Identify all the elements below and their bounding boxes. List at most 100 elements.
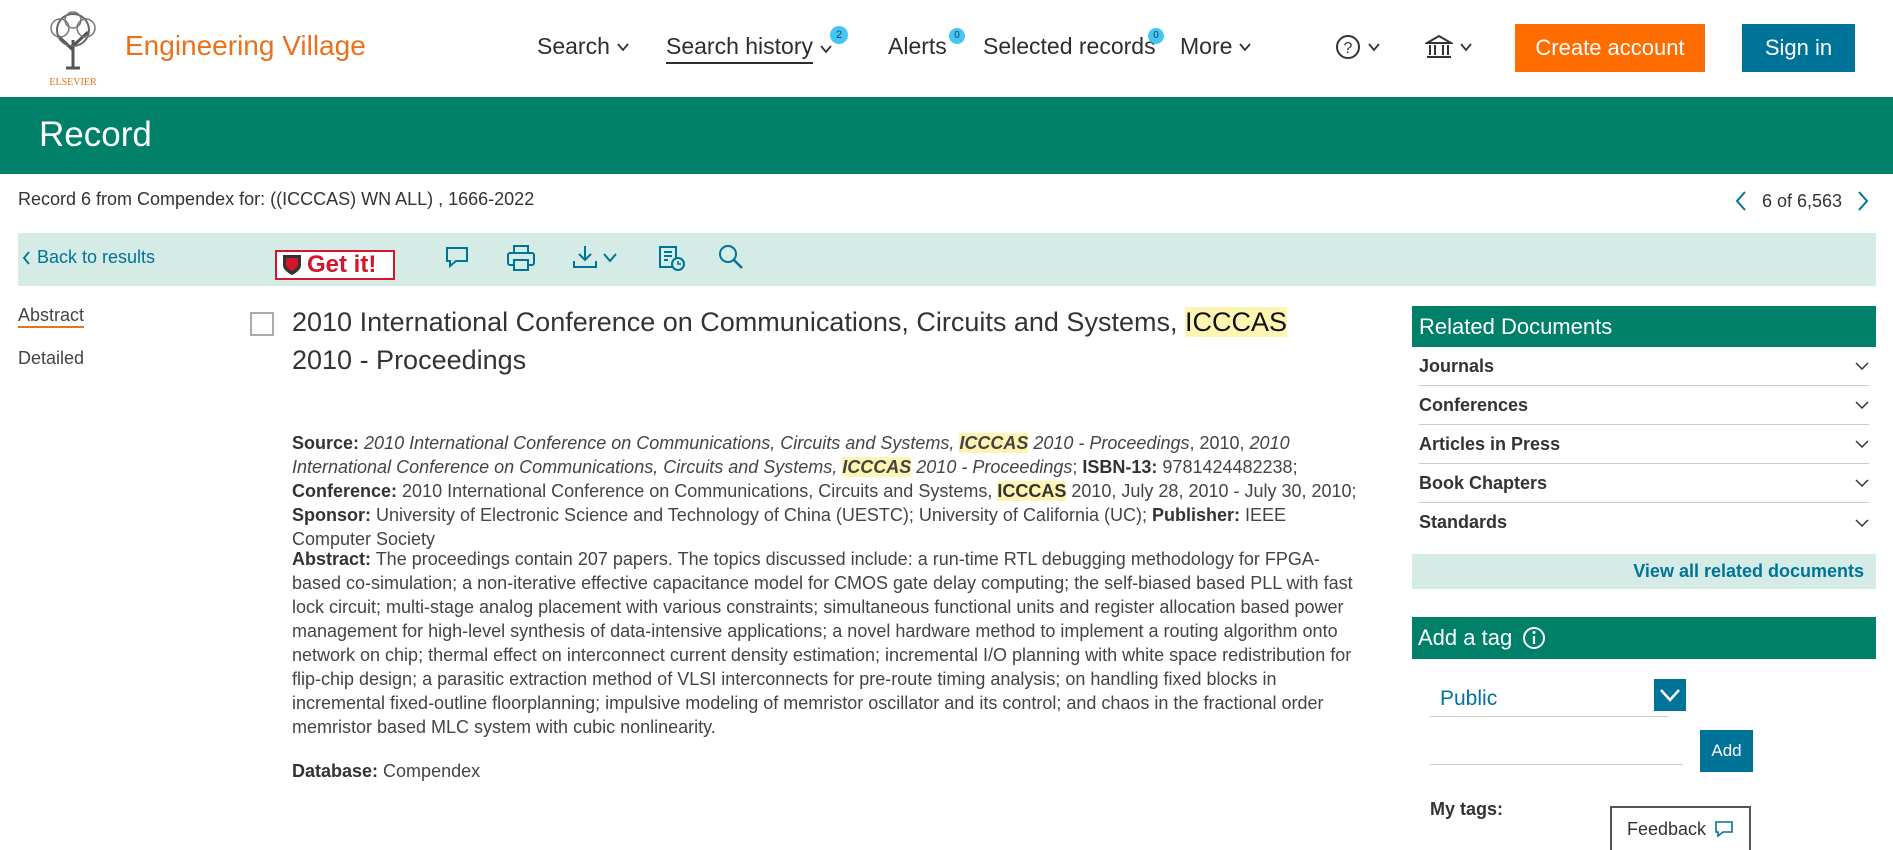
brand-name[interactable]: Engineering Village — [125, 30, 366, 62]
previous-record-icon[interactable] — [1734, 190, 1748, 212]
chevron-down-icon[interactable] — [1654, 679, 1686, 711]
chevron-left-icon — [22, 250, 30, 265]
download-icon[interactable] — [571, 244, 599, 270]
source-highlight: ICCCAS — [842, 457, 912, 477]
conference-text: 2010 International Conference on Communi… — [397, 481, 998, 501]
print-icon[interactable] — [506, 244, 536, 272]
title-text: 2010 International Conference on Communi… — [292, 307, 1185, 337]
nav-search-label: Search — [537, 33, 610, 59]
record-database: Database: Compendex — [292, 759, 1362, 783]
conference-dates: 2010, July 28, 2010 - July 30, 2010; — [1066, 481, 1357, 501]
sponsor-value: University of Electronic Science and Tec… — [371, 505, 1152, 525]
tab-detailed[interactable]: Detailed — [18, 348, 84, 369]
nav-more[interactable]: More — [1180, 33, 1252, 60]
institution-menu[interactable] — [1425, 34, 1473, 60]
isbn-label: ISBN-13: — [1082, 457, 1158, 477]
save-to-folder-icon[interactable] — [658, 244, 686, 272]
sign-in-button[interactable]: Sign in — [1742, 24, 1855, 72]
title-highlight: ICCCAS — [1184, 307, 1287, 337]
chevron-down-icon — [1855, 518, 1869, 527]
record-query-line: Record 6 from Compendex for: ((ICCCAS) W… — [18, 189, 535, 209]
selected-count-badge: 0 — [1148, 28, 1164, 44]
create-account-button[interactable]: Create account — [1515, 24, 1705, 72]
nav-search[interactable]: Search — [537, 33, 630, 60]
nav-selected-records[interactable]: Selected records — [983, 33, 1156, 60]
nav-history-label: Search history — [666, 33, 814, 64]
add-tag-button[interactable]: Add — [1700, 730, 1753, 772]
search-icon[interactable] — [718, 244, 744, 270]
tab-abstract[interactable]: Abstract — [18, 305, 85, 328]
view-all-related-link[interactable]: View all related documents — [1412, 554, 1876, 589]
related-documents-panel: Related Documents Journals Conferences A… — [1412, 306, 1876, 589]
source-text: 2010 - Proceedings — [911, 457, 1073, 477]
get-it-label: Get it! — [307, 251, 377, 278]
record-position: 6 of 6,563 — [1762, 190, 1843, 211]
record-pager: 6 of 6,563 — [1734, 190, 1870, 212]
related-item-journals[interactable]: Journals — [1419, 347, 1869, 386]
chevron-down-icon — [1239, 42, 1252, 51]
isbn-value: 9781424482238; — [1157, 457, 1298, 477]
nav-alerts-label: Alerts — [888, 33, 947, 59]
related-item-conferences[interactable]: Conferences — [1419, 386, 1869, 425]
related-item-label: Conferences — [1419, 394, 1529, 415]
help-menu[interactable]: ? — [1335, 34, 1381, 60]
elsevier-logo[interactable]: ELSEVIER — [36, 10, 110, 88]
page-title: Record — [39, 115, 152, 154]
source-text: 2010 International Conference on Communi… — [364, 433, 960, 453]
nav-more-label: More — [1180, 33, 1233, 59]
record-toolbar: Back to results Get it! — [18, 233, 1876, 286]
related-item-label: Standards — [1419, 512, 1508, 532]
tag-visibility-value: Public — [1440, 687, 1498, 710]
feedback-label: Feedback — [1626, 818, 1707, 839]
info-icon[interactable] — [1522, 626, 1546, 650]
chevron-down-icon — [1460, 43, 1472, 52]
chevron-down-icon — [1855, 479, 1869, 488]
select-record-checkbox[interactable] — [250, 312, 274, 336]
source-year: , 2010, — [1189, 433, 1250, 453]
related-item-label: Articles in Press — [1419, 433, 1561, 454]
history-count-badge: 2 — [830, 26, 848, 44]
related-item-articles-in-press[interactable]: Articles in Press — [1419, 425, 1869, 464]
get-it-button[interactable]: Get it! — [275, 250, 395, 280]
help-icon: ? — [1336, 35, 1360, 59]
my-tags-label: My tags: — [1430, 799, 1504, 819]
separator: ; — [1072, 457, 1083, 477]
source-label: Source: — [292, 433, 360, 453]
chevron-down-icon — [1368, 43, 1380, 52]
related-item-book-chapters[interactable]: Book Chapters — [1419, 464, 1869, 503]
next-record-icon[interactable] — [1856, 190, 1870, 212]
tag-input[interactable] — [1430, 729, 1683, 765]
shield-icon — [283, 255, 301, 275]
sponsor-label: Sponsor: — [292, 505, 371, 525]
back-to-results-link[interactable]: Back to results — [22, 247, 155, 268]
tag-visibility-select[interactable]: Public — [1430, 677, 1668, 717]
chevron-down-icon — [1855, 440, 1869, 449]
chevron-down-icon[interactable] — [602, 251, 618, 265]
publisher-label: Publisher: — [1151, 505, 1240, 525]
nav-selected-label: Selected records — [983, 33, 1156, 59]
comment-icon[interactable] — [444, 244, 470, 270]
conference-highlight: ICCCAS — [997, 481, 1067, 501]
abstract-label: Abstract: — [292, 549, 372, 569]
chevron-down-icon — [1855, 362, 1869, 371]
related-item-label: Book Chapters — [1419, 472, 1548, 493]
feedback-button[interactable]: Feedback — [1610, 806, 1751, 850]
chevron-down-icon — [617, 42, 629, 51]
conference-label: Conference: — [292, 481, 398, 501]
add-tag-header: Add a tag — [1412, 617, 1876, 659]
record-abstract: Abstract: The proceedings contain 207 pa… — [292, 547, 1362, 739]
title-text-end: 2010 - Proceedings — [292, 345, 527, 375]
elsevier-wordmark: ELSEVIER — [49, 77, 97, 88]
nav-alerts[interactable]: Alerts — [888, 33, 947, 60]
related-item-standards[interactable]: Standards — [1419, 503, 1869, 542]
database-label: Database: — [292, 761, 379, 781]
nav-search-history[interactable]: Search history — [666, 33, 833, 64]
database-value: Compendex — [378, 761, 481, 781]
source-text: 2010 - Proceedings — [1028, 433, 1190, 453]
institution-icon — [1425, 34, 1453, 58]
record-source: Source: 2010 International Conference on… — [292, 431, 1362, 551]
alerts-count-badge: 0 — [949, 28, 965, 44]
source-highlight: ICCCAS — [959, 433, 1029, 453]
chevron-down-icon — [1855, 401, 1869, 410]
related-documents-title: Related Documents — [1412, 306, 1876, 347]
